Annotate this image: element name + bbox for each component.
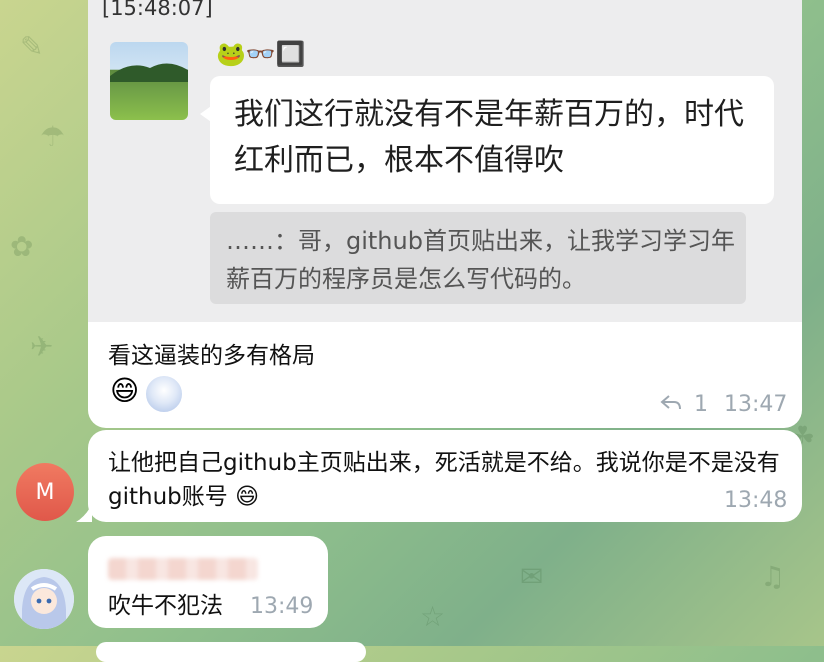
bubble-tail (200, 104, 214, 124)
reply-box: ……：哥，github首页贴出来，让我学习学习年薪百万的程序员是怎么写代码的。 (210, 212, 746, 304)
reaction-user-avatar[interactable] (144, 374, 184, 414)
background-doodle: ☂ (40, 120, 66, 153)
quoted-message-text: 我们这行就没有不是年薪百万的，时代红利而已，根本不值得吹 (234, 97, 744, 178)
quoted-sender-emojis: 🐸👓🔲 (216, 40, 306, 68)
background-doodle: ✈ (30, 330, 54, 363)
message-time: 13:47 (724, 392, 788, 417)
reply-arrow-icon[interactable] (660, 394, 682, 412)
background-doodle: ✉ (520, 560, 544, 593)
sender-name-blurred (108, 558, 258, 580)
landscape-avatar (110, 42, 188, 120)
message-caption: 看这逼装的多有格局 (108, 343, 315, 369)
background-doodle: ♫ (760, 560, 786, 593)
reaction-emoji[interactable]: 😄 (110, 374, 139, 408)
message-time: 13:49 (250, 594, 314, 619)
background-doodle: ✎ (20, 30, 44, 63)
message-bubble-next[interactable] (96, 642, 366, 662)
reply-count[interactable]: 1 (694, 392, 708, 417)
bubble-tail (76, 504, 92, 522)
message-bubble-3[interactable]: 吹牛不犯法 13:49 (88, 536, 328, 628)
avatar-letter: M (35, 479, 55, 505)
quoted-message-bubble: 我们这行就没有不是年薪百万的，时代红利而已，根本不值得吹 (200, 76, 774, 204)
anime-girl-portrait (14, 569, 74, 629)
header-timestamp: [15:48:07] (102, 0, 213, 20)
message-text: 吹牛不犯法 (108, 593, 223, 619)
background-doodle: ✿ (10, 230, 34, 263)
hill-shape (110, 63, 188, 82)
embedded-screenshot[interactable]: [15:48:07] 🐸👓🔲 我们这行就没有不是年薪百万的，时代红利而已，根本不… (88, 0, 802, 322)
message-emoji: 😄 (235, 484, 260, 510)
avatar-anime-girl[interactable] (14, 569, 74, 629)
message-bubble-1[interactable]: [15:48:07] 🐸👓🔲 我们这行就没有不是年薪百万的，时代红利而已，根本不… (88, 0, 802, 428)
avatar-m[interactable]: M (16, 463, 74, 521)
message-text-content: 让他把自己github主页贴出来，死活就是不给。我说你是不是没有github账号 (108, 450, 780, 510)
message-text: 让他把自己github主页贴出来，死活就是不给。我说你是不是没有github账号… (108, 446, 788, 514)
message-time: 13:48 (724, 488, 788, 513)
background-doodle: ☆ (420, 600, 446, 633)
reply-text: ……：哥，github首页贴出来，让我学习学习年薪百万的程序员是怎么写代码的。 (226, 227, 735, 293)
message-bubble-2[interactable]: 让他把自己github主页贴出来，死活就是不给。我说你是不是没有github账号… (76, 430, 802, 522)
